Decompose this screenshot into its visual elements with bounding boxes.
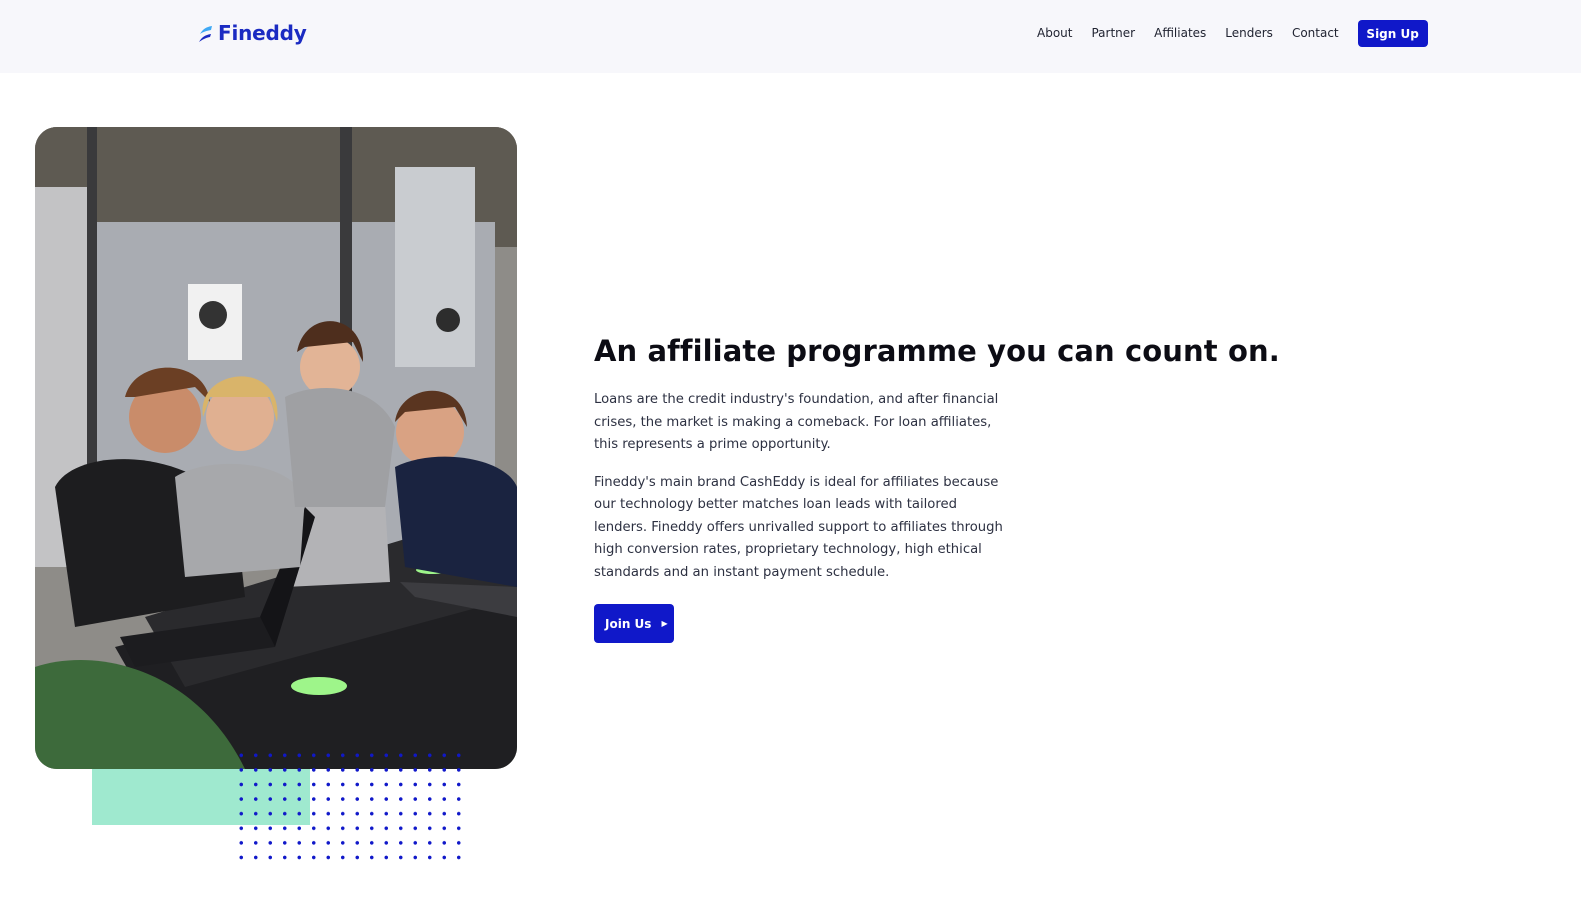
team-photo-illustration [35, 127, 517, 769]
nav-link-lenders[interactable]: Lenders [1225, 20, 1273, 47]
nav-link-affiliates[interactable]: Affiliates [1154, 20, 1206, 47]
hero-content: An affiliate programme you can count on.… [594, 334, 1314, 643]
sign-up-button[interactable]: Sign Up [1357, 20, 1428, 47]
intro-paragraph: Loans are the credit industry's foundati… [594, 392, 999, 452]
join-us-label: Join Us [605, 616, 652, 631]
nav-link-contact[interactable]: Contact [1292, 20, 1339, 47]
main-nav: About Partner Affiliates Lenders Contact… [1037, 20, 1428, 47]
caret-right-icon: ▶ [661, 619, 668, 628]
nav-link-partner[interactable]: Partner [1091, 20, 1135, 47]
details-paragraph: Fineddy's main brand CashEddy is ideal f… [594, 474, 1003, 580]
brand-name: Fineddy [218, 21, 307, 45]
site-header: Fineddy About Partner Affiliates Lenders… [0, 0, 1581, 73]
nav-link-about[interactable]: About [1037, 20, 1072, 47]
page-title: An affiliate programme you can count on. [594, 334, 1280, 368]
team-photo [35, 127, 517, 769]
join-us-button[interactable]: Join Us ▶ [594, 604, 674, 643]
fineddy-logo[interactable]: Fineddy [196, 19, 307, 47]
decorative-dot-grid [234, 748, 462, 860]
fineddy-swoosh-icon [199, 26, 212, 42]
